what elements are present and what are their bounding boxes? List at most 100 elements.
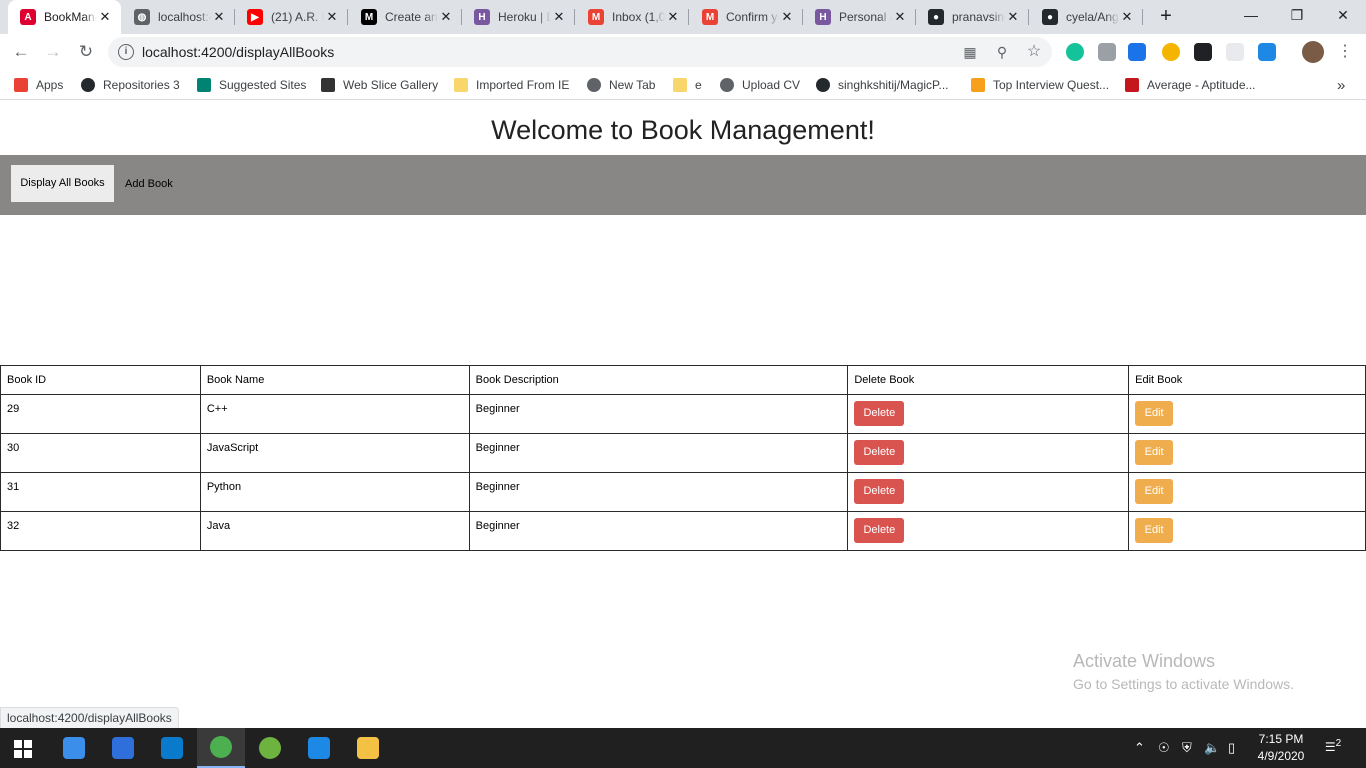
delete-button[interactable]: Delete [854, 401, 905, 426]
tab-close-icon[interactable]: ✕ [438, 9, 454, 25]
github-icon [816, 78, 830, 92]
tab-close-icon[interactable]: ✕ [324, 9, 340, 25]
tab-title: localhost:4200 [158, 10, 211, 24]
volume-icon[interactable]: 🔈 [1204, 740, 1220, 756]
tab-close-icon[interactable]: ✕ [665, 9, 681, 25]
browser-tab[interactable]: M Create an Angular✕ [349, 0, 462, 34]
battery-icon[interactable]: ▯ [1228, 740, 1235, 756]
extension-icon[interactable] [1162, 43, 1180, 61]
page-title: Welcome to Book Management! [491, 115, 875, 145]
wifi-icon[interactable]: ☉ [1158, 740, 1170, 756]
grammarly-icon[interactable] [1066, 43, 1084, 61]
security-icon[interactable]: ⛨ [1182, 740, 1192, 756]
bookmark-item[interactable]: e [673, 76, 702, 94]
browser-tab[interactable]: H Personal apps✕ [803, 0, 916, 34]
taskbar-app[interactable] [295, 728, 343, 768]
bookmark-item[interactable]: singhkshitij/MagicP... [816, 76, 949, 94]
bookmark-item[interactable]: Top Interview Quest... [971, 76, 1109, 94]
tab-close-icon[interactable]: ✕ [779, 9, 795, 25]
tab-close-icon[interactable]: ✕ [1005, 9, 1021, 25]
translate-icon[interactable]: ▦ [961, 43, 979, 61]
address-bar[interactable]: i localhost:4200/displayAllBooks ▦ ⚲ ☆ [108, 37, 1052, 67]
bookmark-item[interactable]: New Tab [587, 76, 655, 94]
tab-separator [574, 9, 575, 25]
tab-close-icon[interactable]: ✕ [551, 9, 567, 25]
delete-button[interactable]: Delete [854, 518, 905, 543]
indiabix-icon [1125, 78, 1139, 92]
delete-button[interactable]: Delete [854, 479, 905, 504]
tray-chevron-icon[interactable]: ⌃ [1134, 740, 1145, 756]
system-clock[interactable]: 7:15 PM 4/9/2020 [1253, 731, 1309, 765]
delete-button[interactable]: Delete [854, 440, 905, 465]
display-all-books-button[interactable]: Display All Books [11, 165, 114, 202]
folder-icon [357, 737, 379, 759]
reload-icon[interactable]: ↻ [74, 40, 98, 64]
forward-icon[interactable]: → [41, 40, 65, 64]
books-table: Book ID Book Name Book Description Delet… [0, 365, 1366, 551]
close-window-button[interactable]: ✕ [1320, 0, 1366, 30]
tab-close-icon[interactable]: ✕ [97, 9, 113, 25]
extension-icon[interactable] [1258, 43, 1276, 61]
menu-icon[interactable]: ⋮ [1333, 40, 1357, 64]
watermark-title: Activate Windows [1073, 651, 1216, 671]
site-info-icon[interactable]: i [118, 44, 134, 60]
bookmark-item[interactable]: Upload CV [720, 76, 800, 94]
book-description-cell: Beginner [468, 433, 849, 473]
edit-button[interactable]: Edit [1135, 479, 1174, 504]
taskbar-app[interactable] [148, 728, 196, 768]
gmail-icon: M [702, 9, 718, 25]
bookmark-label: singhkshitij/MagicP... [838, 78, 949, 92]
delete-cell: Delete [847, 433, 1130, 473]
bookmark-star-icon[interactable]: ☆ [1025, 43, 1043, 61]
extension-icon[interactable] [1226, 43, 1244, 61]
camera-icon[interactable] [1098, 43, 1116, 61]
bookmark-item[interactable]: Average - Aptitude... [1125, 76, 1256, 94]
edit-button[interactable]: Edit [1135, 518, 1174, 543]
start-button[interactable] [14, 740, 32, 758]
notification-center-icon[interactable]: ☰2 [1322, 738, 1344, 758]
github-icon: ● [1042, 9, 1058, 25]
maximize-button[interactable]: ❐ [1274, 0, 1320, 30]
browser-tab[interactable]: ● pranavsingh✕ [916, 0, 1029, 34]
bookmarks-overflow-icon[interactable]: » [1337, 76, 1345, 94]
browser-tab[interactable]: H Heroku | Dashboard✕ [462, 0, 575, 34]
taskbar-app[interactable] [99, 728, 147, 768]
pip-icon[interactable] [1194, 43, 1212, 61]
taskbar-app[interactable] [344, 728, 392, 768]
back-icon[interactable]: ← [9, 40, 33, 64]
tab-close-icon[interactable]: ✕ [211, 9, 227, 25]
bing-icon [197, 78, 211, 92]
taskbar-app[interactable] [246, 728, 294, 768]
browser-tab[interactable]: ● cyela/Angular✕ [1030, 0, 1143, 34]
bookmark-item[interactable]: Imported From IE [454, 76, 569, 94]
minimize-button[interactable]: — [1228, 0, 1274, 30]
bookmark-item[interactable]: Web Slice Gallery [321, 76, 438, 94]
app-navbar: Display All Books Add Book [0, 155, 1366, 215]
browser-tab[interactable]: ▶ (21) A.R. Rahman✕ [235, 0, 348, 34]
avatar[interactable] [1302, 41, 1324, 63]
new-tab-button[interactable]: + [1154, 5, 1178, 29]
edit-button[interactable]: Edit [1135, 401, 1174, 426]
table-row: 30 JavaScript Beginner Delete Edit [0, 433, 1366, 473]
tab-close-icon[interactable]: ✕ [892, 9, 908, 25]
tab-close-icon[interactable]: ✕ [1119, 9, 1135, 25]
delete-cell: Delete [847, 511, 1130, 551]
edit-button[interactable]: Edit [1135, 440, 1174, 465]
bookmark-item[interactable]: Apps [14, 76, 63, 94]
browser-tab[interactable]: A BookManagement✕ [8, 0, 121, 34]
tab-strip: ABookManagement✕◍localhost:4200✕▶(21) A.… [0, 0, 1366, 34]
bookmark-item[interactable]: Suggested Sites [197, 76, 306, 94]
browser-tab[interactable]: ◍ localhost:4200✕ [122, 0, 235, 34]
taskbar-app[interactable] [50, 728, 98, 768]
activation-watermark: Activate Windows Go to Settings to activ… [1073, 651, 1294, 692]
bookmark-item[interactable]: Repositories 3 [81, 76, 180, 94]
browser-tab[interactable]: M Confirm your✕ [690, 0, 803, 34]
browser-tab[interactable]: M Inbox (1,034)✕ [576, 0, 689, 34]
add-book-link[interactable]: Add Book [125, 178, 173, 190]
taskbar-app[interactable] [197, 728, 245, 768]
zoom-icon[interactable]: ⚲ [993, 43, 1011, 61]
extension-icon[interactable] [1128, 43, 1146, 61]
url-text[interactable]: localhost:4200/displayAllBooks [142, 44, 334, 60]
file-explorer-icon [63, 737, 85, 759]
book-description-cell: Beginner [468, 394, 849, 434]
